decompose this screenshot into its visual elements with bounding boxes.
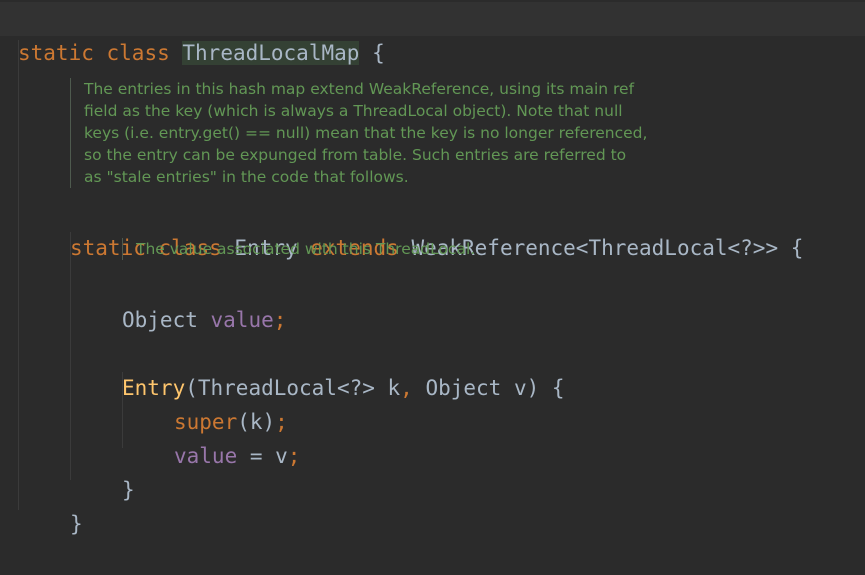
code-editor[interactable]: static class ThreadLocalMap { The entrie… bbox=[0, 0, 865, 536]
open-brace: { bbox=[372, 41, 385, 65]
doc-comment-line: field as the key (which is always a Thre… bbox=[84, 102, 623, 120]
close-brace: } bbox=[70, 512, 83, 536]
doc-comment-entries: The entries in this hash map extend Weak… bbox=[70, 78, 647, 188]
doc-comment-line: The value associated with this ThreadLoc… bbox=[136, 240, 476, 258]
doc-comment-line: keys (i.e. entry.get() == null) mean tha… bbox=[84, 124, 648, 142]
field-value[interactable]: value bbox=[211, 308, 274, 332]
semicolon: ; bbox=[273, 308, 287, 332]
open-brace: { bbox=[790, 236, 804, 260]
keyword-class: class bbox=[106, 41, 170, 65]
type-object[interactable]: Object bbox=[122, 308, 198, 332]
doc-comment-value: The value associated with this ThreadLoc… bbox=[122, 238, 475, 260]
code-line-class-header[interactable]: static class ThreadLocalMap { bbox=[0, 2, 865, 65]
doc-comment-line: as "stale entries" in the code that foll… bbox=[84, 168, 409, 186]
doc-comment-line: The entries in this hash map extend Weak… bbox=[84, 80, 635, 98]
code-line-class-close[interactable]: } bbox=[0, 473, 865, 575]
doc-comment-line: so the entry can be expunged from table.… bbox=[84, 146, 627, 164]
keyword-static: static bbox=[18, 41, 94, 65]
class-name-threadlocalmap[interactable]: ThreadLocalMap bbox=[182, 41, 360, 65]
